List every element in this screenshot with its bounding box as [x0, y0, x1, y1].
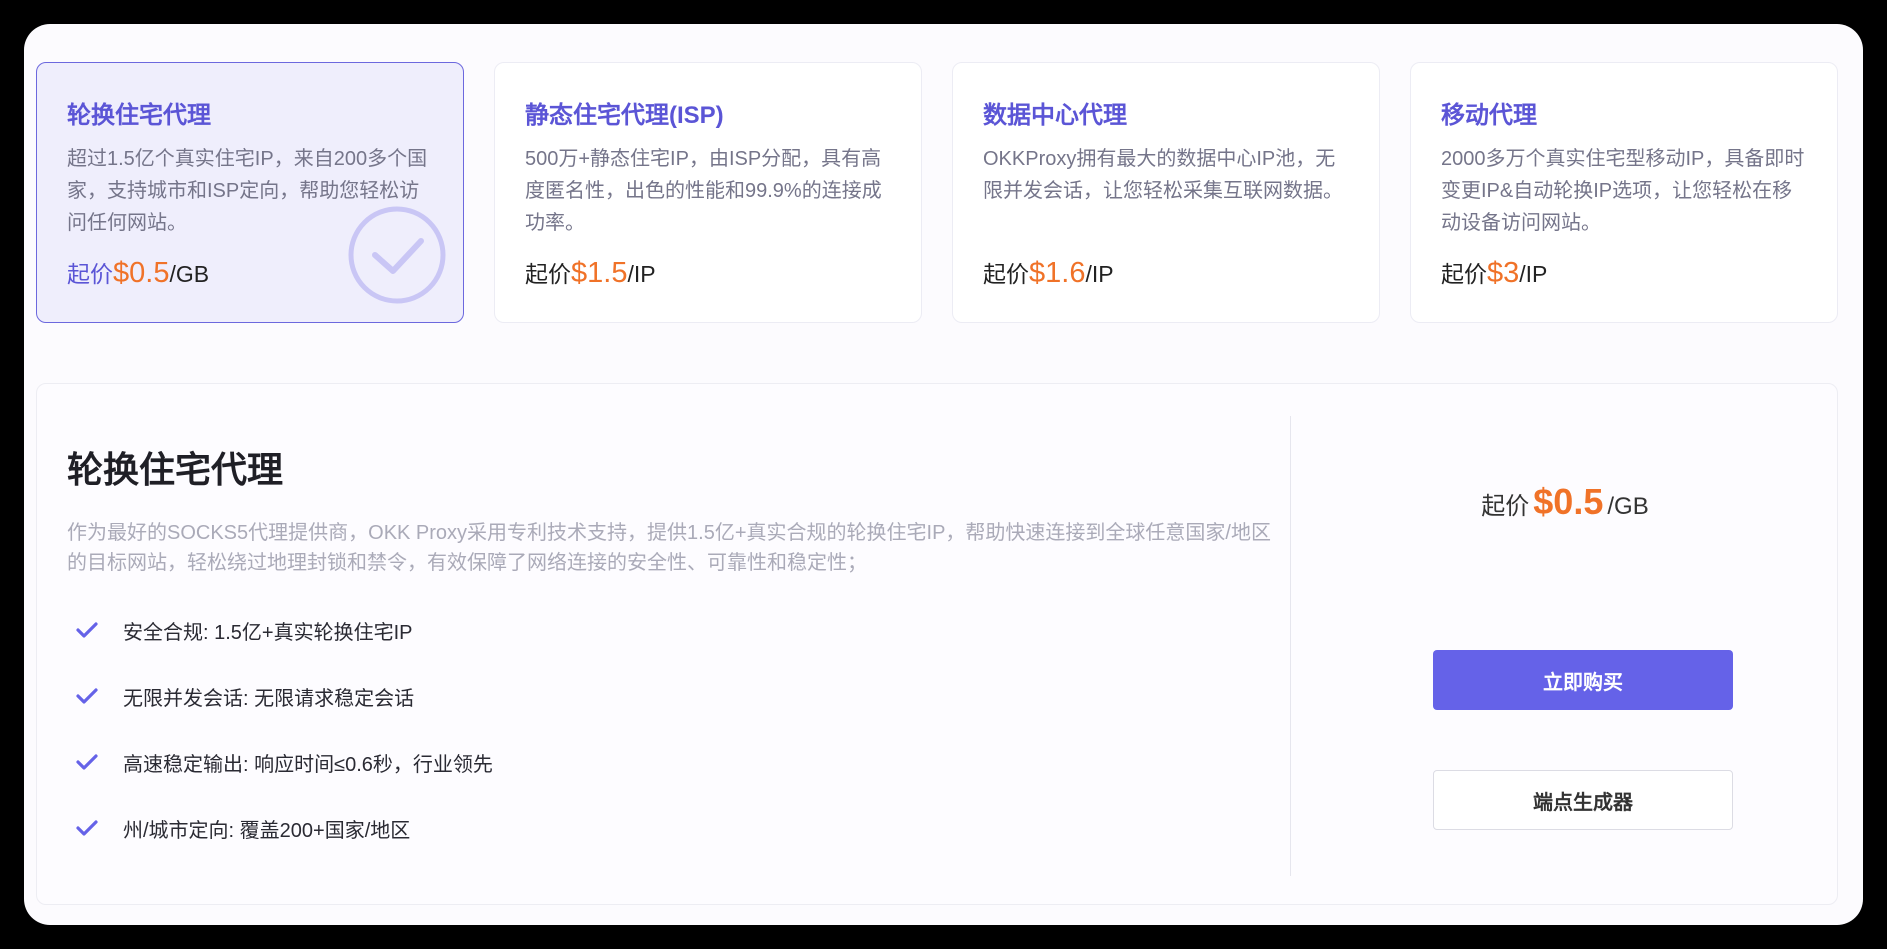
- feature-text: 州/城市定向: 覆盖200+国家/地区: [123, 819, 411, 842]
- price-value: $3: [1487, 257, 1520, 289]
- card-title: 静态住宅代理(ISP): [525, 102, 724, 129]
- price-label: 起价: [1441, 261, 1487, 287]
- price-unit: /GB: [169, 261, 210, 287]
- detail-title: 轮换住宅代理: [67, 449, 284, 490]
- price-label: 起价: [1481, 493, 1530, 520]
- price-label: 起价: [983, 261, 1029, 287]
- check-circle-icon: [348, 206, 446, 304]
- price-unit: /IP: [1519, 261, 1548, 287]
- price-label: 起价: [525, 261, 571, 287]
- feature-text: 高速稳定输出: 响应时间≤0.6秒，行业领先: [123, 753, 493, 776]
- feature-item: 无限并发会话: 无限请求稳定会话: [67, 678, 493, 714]
- card-description: 2000多万个真实住宅型移动IP，具备即时变更IP&自动轮换IP选项，让您轻松在…: [1441, 148, 1805, 234]
- detail-price: 起价 $0.5/GB: [1291, 480, 1839, 529]
- buy-now-button[interactable]: 立即购买: [1433, 650, 1733, 710]
- purchase-panel: 起价 $0.5/GB 立即购买 端点生成器: [1291, 384, 1839, 904]
- card-price: 起价$1.6/IP: [983, 255, 1349, 292]
- price-unit: /IP: [1085, 261, 1114, 287]
- feature-text: 无限并发会话: 无限请求稳定会话: [123, 687, 415, 710]
- price-unit: /GB: [1607, 493, 1649, 520]
- check-icon: [76, 688, 98, 704]
- price-value: $0.5: [1533, 481, 1604, 522]
- card-title: 数据中心代理: [983, 102, 1127, 129]
- detail-description: 作为最好的SOCKS5代理提供商，OKK Proxy采用专利技术支持，提供1.5…: [67, 522, 1271, 574]
- check-icon: [76, 820, 98, 836]
- price-value: $1.5: [571, 257, 628, 289]
- product-card-datacenter[interactable]: 数据中心代理 OKKProxy拥有最大的数据中心IP池，无限并发会话，让您轻松采…: [952, 62, 1380, 323]
- card-price: 起价$1.5/IP: [525, 255, 891, 292]
- check-icon: [76, 754, 98, 770]
- product-detail: 轮换住宅代理 作为最好的SOCKS5代理提供商，OKK Proxy采用专利技术支…: [36, 383, 1838, 905]
- card-description: OKKProxy拥有最大的数据中心IP池，无限并发会话，让您轻松采集互联网数据。: [983, 148, 1343, 202]
- card-title: 轮换住宅代理: [67, 102, 211, 129]
- pricing-panel: 轮换住宅代理 超过1.5亿个真实住宅IP，来自200多个国家，支持城市和ISP定…: [24, 24, 1863, 925]
- product-cards: 轮换住宅代理 超过1.5亿个真实住宅IP，来自200多个国家，支持城市和ISP定…: [36, 62, 1838, 323]
- feature-list: 安全合规: 1.5亿+真实轮换住宅IP 无限并发会话: 无限请求稳定会话 高速稳…: [67, 612, 493, 876]
- price-value: $1.6: [1029, 257, 1086, 289]
- feature-item: 州/城市定向: 覆盖200+国家/地区: [67, 810, 493, 846]
- feature-text: 安全合规: 1.5亿+真实轮换住宅IP: [123, 621, 413, 644]
- check-icon: [76, 622, 98, 638]
- product-card-mobile[interactable]: 移动代理 2000多万个真实住宅型移动IP，具备即时变更IP&自动轮换IP选项，…: [1410, 62, 1838, 323]
- price-value: $0.5: [113, 257, 170, 289]
- price-unit: /IP: [627, 261, 656, 287]
- feature-item: 安全合规: 1.5亿+真实轮换住宅IP: [67, 612, 493, 648]
- product-card-rotating-residential[interactable]: 轮换住宅代理 超过1.5亿个真实住宅IP，来自200多个国家，支持城市和ISP定…: [36, 62, 464, 323]
- endpoint-generator-button[interactable]: 端点生成器: [1433, 770, 1733, 830]
- card-title: 移动代理: [1441, 102, 1537, 129]
- card-description: 500万+静态住宅IP，由ISP分配，具有高度匿名性，出色的性能和99.9%的连…: [525, 148, 882, 234]
- card-price: 起价$3/IP: [1441, 255, 1807, 292]
- product-card-static-isp[interactable]: 静态住宅代理(ISP) 500万+静态住宅IP，由ISP分配，具有高度匿名性，出…: [494, 62, 922, 323]
- price-label: 起价: [67, 261, 113, 287]
- feature-item: 高速稳定输出: 响应时间≤0.6秒，行业领先: [67, 744, 493, 780]
